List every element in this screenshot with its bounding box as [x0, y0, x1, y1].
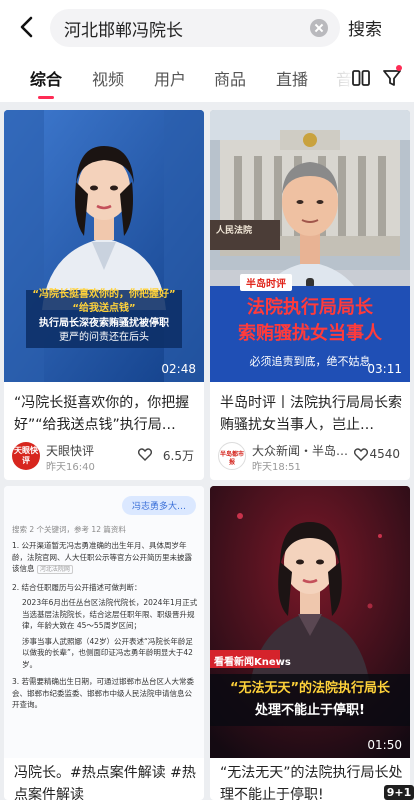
- back-arrow-icon[interactable]: [14, 14, 40, 40]
- station-logo: 看看新闻Knews: [214, 657, 291, 668]
- avatar-text: 半岛都市报: [220, 451, 245, 466]
- video-card[interactable]: 冯志勇多大… 搜索 2 个关键词，参考 12 篇资料 1. 公开渠道暂无冯志勇准…: [4, 486, 204, 800]
- answer-bullet-1: 2023年6月出任丛台区法院代院长，2024年1月正式当选基层法院院长，结合这层…: [22, 598, 198, 630]
- video-title[interactable]: 冯院长。#热点案件解读 #热点案件解读: [14, 762, 198, 800]
- author-avatar[interactable]: 半岛都市报: [218, 442, 246, 470]
- heart-icon[interactable]: [138, 448, 152, 461]
- tab-all[interactable]: 综合: [30, 66, 62, 90]
- video-card[interactable]: 看看新闻Knews “无法无天”的法院执行局长 处理不能止于停职! 01:50 …: [210, 486, 410, 800]
- layout-toggle-icon[interactable]: [352, 70, 370, 86]
- headline-line-1: 法院执行局局长: [247, 297, 373, 318]
- heart-icon[interactable]: [354, 448, 368, 461]
- video-duration: 02:48: [161, 362, 196, 376]
- video-title[interactable]: “无法无天”的法院执行局长处理不能止于停职!: [220, 762, 404, 800]
- author-avatar[interactable]: 天眼快评: [12, 442, 40, 470]
- clear-search-icon[interactable]: [310, 19, 328, 37]
- banner-line-2: 处理不能止于停职!: [255, 703, 365, 718]
- watermark-logo: 9+1: [384, 785, 414, 800]
- video-title[interactable]: “冯院长挺喜欢你的，你把握好”“给我送点钱”执行局…: [14, 392, 198, 436]
- caption-quote: “冯院长挺喜欢你的，你把握好”: [32, 289, 176, 300]
- video-duration: 03:11: [367, 362, 402, 376]
- headline-line-2: 索贿骚扰女当事人: [238, 323, 382, 344]
- search-box: [50, 9, 340, 47]
- query-bubble: 冯志勇多大…: [121, 496, 196, 515]
- caption-headline: 执行局长深夜索贿骚扰被停职: [39, 318, 169, 329]
- answer-bullet-2: 涉事当事人武照娜（42岁）公开表述“冯院长年龄足以做我的长辈”，也侧面印证冯志勇…: [22, 636, 193, 669]
- video-thumbnail[interactable]: “冯院长挺喜欢你的，你把握好” “给我送点钱” 执行局长深夜索贿骚扰被停职 更严…: [4, 110, 204, 382]
- video-thumbnail[interactable]: 看看新闻Knews “无法无天”的法院执行局长 处理不能止于停职! 01:50: [210, 486, 410, 758]
- caption-quote-2: “给我送点钱”: [72, 303, 136, 314]
- court-sign: 人民法院: [216, 226, 253, 236]
- video-thumbnail[interactable]: 冯志勇多大… 搜索 2 个关键词，参考 12 篇资料 1. 公开渠道暂无冯志勇准…: [4, 486, 204, 758]
- source-tag: 河北法院网: [36, 565, 73, 574]
- answer-item-1: 1. 公开渠道暂无冯志勇准确的出生年月、具体周岁年龄，法院官网、人大任职公示等官…: [12, 540, 198, 576]
- video-title[interactable]: 半岛时评丨法院执行局局长索贿骚扰女当事人，岂止…: [220, 392, 404, 436]
- tab-products[interactable]: 商品: [214, 66, 246, 90]
- filter-icon[interactable]: [382, 68, 402, 88]
- tab-live[interactable]: 直播: [276, 66, 308, 90]
- ai-answer-text: 1. 公开渠道暂无冯志勇准确的出生年月、具体周岁年龄，法院官网、人大任职公示等官…: [12, 540, 198, 711]
- thumbnail-caption: “冯院长挺喜欢你的，你把握好” “给我送点钱” 执行局长深夜索贿骚扰被停职 更严…: [26, 288, 182, 345]
- search-input[interactable]: [64, 9, 300, 47]
- tab-users[interactable]: 用户: [154, 66, 186, 90]
- video-duration: 01:50: [367, 738, 402, 752]
- video-card[interactable]: 人民法院 半岛时评 法院执行局局长 索贿骚扰女当事人 必须追责到底，绝不姑息 0…: [210, 110, 410, 480]
- search-button[interactable]: 搜索: [348, 15, 382, 40]
- banner-line-1: “无法无天”的法院执行局长: [229, 681, 391, 696]
- search-header: 搜索: [0, 0, 414, 56]
- result-tabs: 综合 视频 用户 商品 直播 音: [0, 56, 414, 102]
- search-summary: 搜索 2 个关键词，参考 12 篇资料: [12, 525, 126, 534]
- publish-time: 昨天18:51: [252, 462, 301, 473]
- like-count: 6.5万: [162, 449, 194, 463]
- video-meta: 天眼快评 天眼快评 昨天16:40 6.5万: [12, 442, 198, 474]
- caption-subline: 更严的问责还在后头: [59, 332, 149, 343]
- video-card[interactable]: “冯院长挺喜欢你的，你把握好” “给我送点钱” 执行局长深夜索贿骚扰被停职 更严…: [4, 110, 204, 480]
- video-meta: 半岛都市报 大众新闻・半岛… 昨天18:51 4540: [218, 442, 404, 474]
- author-name[interactable]: 天眼快评: [46, 442, 94, 459]
- author-name[interactable]: 大众新闻・半岛…: [252, 442, 348, 459]
- tab-video[interactable]: 视频: [92, 66, 124, 90]
- commentary-tag: 半岛时评: [240, 274, 292, 291]
- publish-time: 昨天16:40: [46, 462, 95, 473]
- answer-item-2: 2. 结合任职履历与公开描述可做判断：: [12, 582, 142, 592]
- video-thumbnail[interactable]: 人民法院 半岛时评 法院执行局局长 索贿骚扰女当事人 必须追责到底，绝不姑息 0…: [210, 110, 410, 382]
- filter-notification-dot: [396, 65, 402, 71]
- answer-item-3: 3. 若需要精确出生日期，可通过邯郸市丛台区人大常委会、邯郸市纪委监委、邯郸市中…: [12, 677, 195, 709]
- avatar-text: 天眼快评: [14, 446, 38, 465]
- active-tab-indicator: [38, 96, 54, 99]
- like-count: 4540: [369, 447, 400, 461]
